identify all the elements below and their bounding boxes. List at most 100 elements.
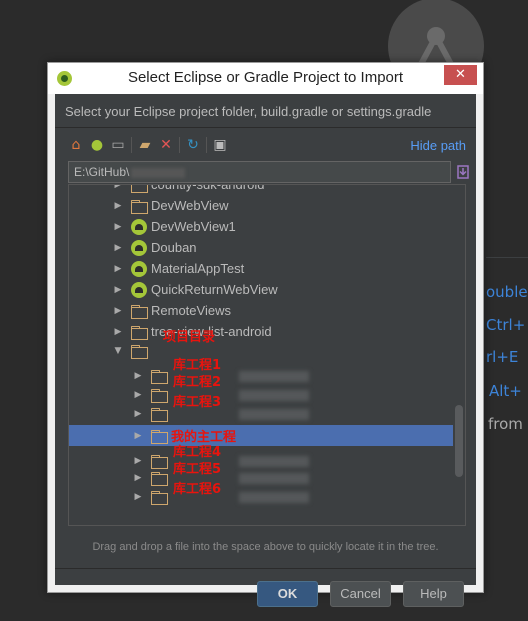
cancel-button[interactable]: Cancel [330,581,391,607]
delete-icon: ✕ [160,137,172,153]
redacted-name [239,492,309,503]
toolbar-separator [179,137,180,153]
collapsed-arrow-icon[interactable]: ▶ [133,492,143,502]
background-hint-3: rl+E [486,348,519,366]
collapsed-arrow-icon[interactable]: ▶ [113,264,123,274]
folder-icon [131,325,148,340]
path-input-value: E:\GitHub\ [74,165,130,179]
home-icon: ⌂ [71,137,81,153]
new-folder-button[interactable]: ▰ [136,136,154,154]
tree-row-label: 库工程2 [173,375,222,390]
tree-row[interactable]: ▶ DevWebView1 [69,216,453,237]
folder-icon [151,454,168,469]
redacted-name [239,456,309,467]
tree-row-label: 我的主工程 [171,430,237,445]
collapsed-arrow-icon[interactable]: ▶ [133,390,143,400]
tree-row-label: 库工程1 [173,358,222,373]
folder-icon [151,407,168,422]
tree-row[interactable]: ▶ 库工程6 [69,482,453,507]
hide-path-link[interactable]: Hide path [410,138,466,153]
android-project-icon: ● [90,137,104,153]
folder-icon [131,304,148,319]
tree-row-label: 库工程3 [173,395,222,410]
file-toolbar: ⌂ ● ▭ ▰ ✕ ↻ ▣ [67,136,232,154]
redacted-name [239,409,309,420]
tree-row[interactable]: ▶ Douban [69,237,453,258]
collapsed-arrow-icon[interactable]: ▶ [133,473,143,483]
tree-row[interactable]: ▶ MaterialAppTest [69,258,453,279]
window-title: Select Eclipse or Gradle Project to Impo… [127,69,404,86]
tree-row[interactable]: ▶ QuickReturnWebView [69,279,453,300]
collapsed-arrow-icon[interactable]: ▶ [113,285,123,295]
module-icon: ▭ [111,137,125,153]
import-project-window: Select Eclipse or Gradle Project to Impo… [47,62,484,607]
tree-row-selected[interactable]: ▶ 我的主工程 [69,425,453,446]
tree-row[interactable]: ▶ DevWebView [69,195,453,216]
delete-button[interactable]: ✕ [157,136,175,154]
show-hidden-button[interactable]: ▣ [211,136,229,154]
background-hint-1: ouble [486,283,528,301]
collapsed-arrow-icon[interactable]: ▶ [133,431,143,441]
refresh-button[interactable]: ↻ [184,136,202,154]
collapsed-arrow-icon[interactable]: ▶ [133,371,143,381]
tree-row-label: QuickReturnWebView [151,282,278,297]
android-project-icon [131,218,147,235]
tree-row[interactable]: ▶ countly-sdk-android [69,184,453,195]
redacted-name [239,371,309,382]
redacted-name [239,390,309,401]
folder-icon [131,199,148,214]
collapsed-arrow-icon[interactable]: ▶ [133,456,143,466]
tree-row-label: 库工程6 [173,482,222,497]
tree-row[interactable]: ▶ tree-view-list-android [69,321,453,342]
background-hint-4: Alt+ [489,382,522,400]
folder-icon [151,471,168,486]
tree-row[interactable]: ▶ 库工程1 [69,358,453,386]
toolbar-separator [206,137,207,153]
module-button[interactable]: ▭ [109,136,127,154]
home-button[interactable]: ⌂ [67,136,85,154]
android-project-icon [131,281,147,298]
dialog-subtitle: Select your Eclipse project folder, buil… [65,104,432,119]
redacted-path-segment [131,167,186,178]
android-project-button[interactable]: ● [88,136,106,154]
title-bar[interactable]: Select Eclipse or Gradle Project to Impo… [48,63,483,94]
expanded-arrow-icon[interactable]: ▼ [113,346,123,356]
collapsed-arrow-icon[interactable]: ▶ [113,185,123,190]
tree-row-label: DevWebView [151,198,229,213]
folder-icon [151,388,168,403]
path-input[interactable]: E:\GitHub\ [68,161,451,183]
tree-row[interactable]: ▶ 库工程5 [69,462,453,488]
tree-row-label: countly-sdk-android [151,184,265,192]
collapsed-arrow-icon[interactable]: ▶ [113,222,123,232]
tree-row-label: DevWebView1 [151,219,236,234]
tree-row[interactable]: ▶ 库工程3 [69,395,453,424]
tree-row[interactable]: ▶ 库工程2 [69,375,453,405]
tree-row-label: 库工程5 [173,462,222,477]
tree-row-label: 库工程4 [173,445,222,460]
collapsed-arrow-icon[interactable]: ▶ [113,306,123,316]
tree-row-label: RemoteViews [151,303,231,318]
tree-row-label: Douban [151,240,197,255]
file-tree[interactable]: ▶ countly-sdk-android ▶ DevWebView ▶ DevWebVi… [68,184,466,526]
tree-row[interactable]: ▶ RemoteViews [69,300,453,321]
path-history-button[interactable] [455,161,471,183]
help-button[interactable]: Help [403,581,464,607]
footer-divider [55,568,476,569]
header-divider [55,127,476,128]
background-divider [486,257,528,258]
ok-button[interactable]: OK [257,581,318,607]
toolbar-separator [131,137,132,153]
collapsed-arrow-icon[interactable]: ▶ [113,243,123,253]
close-button[interactable]: ✕ [444,65,477,85]
collapsed-arrow-icon[interactable]: ▶ [113,327,123,337]
collapsed-arrow-icon[interactable]: ▶ [113,201,123,211]
tree-row-label: MaterialAppTest [151,261,245,276]
tree-row[interactable]: ▼ 项目目录 [69,330,453,361]
folder-icon [131,344,148,359]
collapsed-arrow-icon[interactable]: ▶ [133,409,143,419]
drag-drop-hint: Drag and drop a file into the space abov… [92,541,439,553]
redacted-name [239,473,309,484]
background-hint-5: from [488,415,523,433]
tree-scrollbar[interactable] [455,405,463,477]
folder-icon [151,490,168,505]
